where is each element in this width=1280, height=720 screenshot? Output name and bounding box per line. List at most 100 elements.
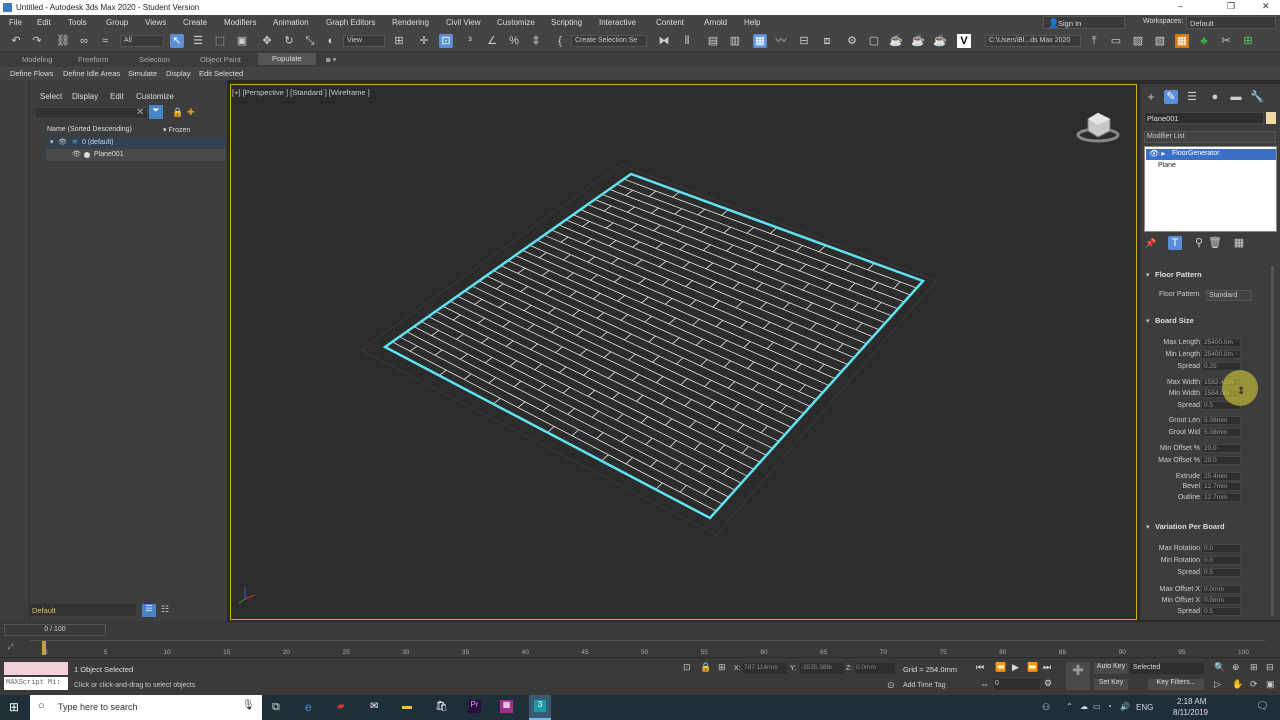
store-icon[interactable]: 🛍 <box>435 701 448 712</box>
snaps-toggle-icon[interactable]: ³ <box>463 34 477 48</box>
column-header-frozen[interactable]: ▾ Frozen <box>163 126 190 134</box>
param-spinner[interactable]: 25.4mm <box>1201 472 1241 481</box>
fov-icon[interactable]: ▷ <box>1214 679 1221 690</box>
menu-create[interactable]: Create <box>183 18 207 27</box>
menu-customize[interactable]: Customize <box>497 18 535 27</box>
column-header-name[interactable]: Name (Sorted Descending) <box>47 126 132 133</box>
simulate-button[interactable]: Simulate <box>128 69 157 78</box>
windows-start-icon[interactable]: ⊞ <box>9 700 19 714</box>
menu-edit[interactable]: Edit <box>37 18 51 27</box>
render-active-icon[interactable]: ☕ <box>911 34 925 48</box>
tab-object-paint[interactable]: Object Paint <box>200 55 241 64</box>
define-idle-areas-button[interactable]: Define Idle Areas <box>63 69 120 78</box>
x-coordinate-field[interactable]: 787.114mm <box>743 663 787 674</box>
time-tag-icon[interactable]: ⊙ <box>887 680 895 691</box>
premiere-icon[interactable]: Pr <box>468 700 481 713</box>
taskbar-search-box[interactable]: ○ Type here to search 🎙 <box>30 695 262 720</box>
explorer-menu-display[interactable]: Display <box>72 92 98 101</box>
previous-frame-icon[interactable]: ⏪ <box>995 662 1006 673</box>
render-iterative-icon[interactable]: ☕ <box>933 34 947 48</box>
menu-interactive[interactable]: Interactive <box>599 18 636 27</box>
rect-selection-icon[interactable]: ⬚ <box>213 34 227 48</box>
perspective-viewport[interactable] <box>230 84 1137 620</box>
reference-coordinate-select[interactable]: View <box>343 35 385 47</box>
grid-icon[interactable]: ⊞ <box>1241 34 1255 48</box>
modify-panel-icon[interactable]: ✎ <box>1164 90 1178 104</box>
clock-date[interactable]: 8/11/2019 <box>1173 708 1208 717</box>
edit-selected-button[interactable]: Edit Selected <box>199 69 243 78</box>
zoom-extents-icon[interactable]: ⊞ <box>1250 662 1258 673</box>
minimize-button[interactable]: – <box>1178 1 1183 11</box>
tab-populate[interactable]: Populate <box>258 53 316 65</box>
param-spinner[interactable]: 0.0 <box>1201 556 1241 565</box>
render-production-icon[interactable]: ☕ <box>889 34 903 48</box>
viewport-label[interactable]: [+] [Perspective ] [Standard ] [Wirefram… <box>232 88 370 97</box>
configure-modifier-sets-icon[interactable]: ▦ <box>1232 236 1246 250</box>
modifier-stack-item-floorgenerator[interactable]: 👁 ▸ FloorGenerator <box>1146 149 1276 160</box>
panel-scrollbar[interactable] <box>1271 266 1274 616</box>
angle-snap-icon[interactable]: ∠ <box>485 34 499 48</box>
edge-browser-icon[interactable]: e <box>305 700 312 714</box>
volume-icon[interactable]: 🔊 <box>1120 702 1130 711</box>
menu-graph-editors[interactable]: Graph Editors <box>326 18 375 27</box>
assets-icon[interactable]: ▨ <box>1131 34 1145 48</box>
task-view-icon[interactable]: ⧉ <box>272 701 280 714</box>
toggle-scene-explorer-icon[interactable]: ▤ <box>706 34 720 48</box>
3dsmax-taskbar-icon[interactable]: 3 <box>529 695 551 720</box>
rollout-toggle-icon[interactable]: ▾ <box>1146 271 1150 279</box>
lock-icon[interactable]: 🔒 <box>172 107 183 118</box>
tools-icon[interactable]: ✂ <box>1219 34 1233 48</box>
media-encoder-icon[interactable]: ▦ <box>500 700 513 713</box>
rollout-toggle-icon[interactable]: ▾ <box>1146 523 1150 531</box>
modifier-list-select[interactable]: Modifier List <box>1144 131 1276 143</box>
move-icon[interactable]: ✥ <box>260 34 274 48</box>
zoom-extents-all-icon[interactable]: ⊟ <box>1266 662 1274 673</box>
scene-explorer-icon[interactable]: ☰ <box>142 604 156 617</box>
floor-pattern-select[interactable]: Standard <box>1206 290 1252 301</box>
link-icon[interactable]: ⛓ <box>56 34 70 48</box>
param-spinner[interactable]: 20.0 <box>1201 456 1241 465</box>
manipulate-icon[interactable]: ✛ <box>417 34 431 48</box>
current-frame-field[interactable]: 0 <box>994 679 1040 690</box>
scale-icon[interactable]: ⤡ <box>303 34 317 48</box>
rendered-frame-window-icon[interactable]: ▢ <box>867 34 881 48</box>
spinner-snap-icon[interactable]: ⇕ <box>529 34 543 48</box>
selection-set-select[interactable]: Selected <box>1130 663 1204 674</box>
param-spinner[interactable]: 12.7mm <box>1201 493 1241 502</box>
mail-icon[interactable]: ✉ <box>370 701 378 712</box>
unlink-icon[interactable]: ∞ <box>77 34 91 48</box>
z-coordinate-field[interactable]: 0.0mm <box>855 663 895 674</box>
menu-civil-view[interactable]: Civil View <box>446 18 481 27</box>
clock-time[interactable]: 2:18 AM <box>1177 697 1206 706</box>
auto-key-button[interactable]: Auto Key <box>1094 663 1128 674</box>
variation-rollout-title[interactable]: Variation Per Board <box>1155 522 1225 531</box>
tab-selection[interactable]: Selection <box>139 55 170 64</box>
key-filters-button[interactable]: Key Filters... <box>1148 679 1204 690</box>
param-spinner[interactable]: 0.0 <box>1201 544 1241 553</box>
ribbon-options-icon[interactable]: ◙ ▾ <box>326 55 336 64</box>
placement-icon[interactable]: ◐ <box>324 34 338 48</box>
explorer-search-input[interactable] <box>34 107 148 119</box>
select-object-icon[interactable]: ↖ <box>170 34 184 48</box>
eye-icon[interactable]: 👁 ▸ <box>1149 149 1165 158</box>
define-flows-button[interactable]: Define Flows <box>10 69 53 78</box>
pan-icon[interactable]: ✋ <box>1232 679 1243 690</box>
window-crossing-icon[interactable]: ▣ <box>235 34 249 48</box>
object-color-swatch[interactable] <box>1266 112 1276 124</box>
set-key-button[interactable]: Set Key <box>1094 679 1128 690</box>
modifier-stack-item-plane[interactable]: Plane <box>1158 162 1176 169</box>
display-button[interactable]: Display <box>166 69 191 78</box>
align-icon[interactable]: ⫴ <box>680 34 694 48</box>
selection-filter-select[interactable]: All <box>120 35 164 47</box>
layer-explorer-toggle-icon[interactable]: ☷ <box>161 604 169 615</box>
param-spinner[interactable]: 5.08mm <box>1201 416 1241 425</box>
zoom-all-icon[interactable]: ⊕ <box>1232 662 1240 673</box>
explorer-menu-select[interactable]: Select <box>40 92 62 101</box>
bind-space-warp-icon[interactable]: ≈ <box>98 34 112 48</box>
people-icon[interactable]: ⚇ <box>1042 702 1050 713</box>
menu-tools[interactable]: Tools <box>68 18 87 27</box>
close-button[interactable]: ✕ <box>1262 1 1270 12</box>
mini-curve-editor-icon[interactable]: ⤢ <box>8 644 14 652</box>
render-setup-icon[interactable]: ⚙ <box>845 34 859 48</box>
menu-arnold[interactable]: Arnold <box>704 18 727 27</box>
